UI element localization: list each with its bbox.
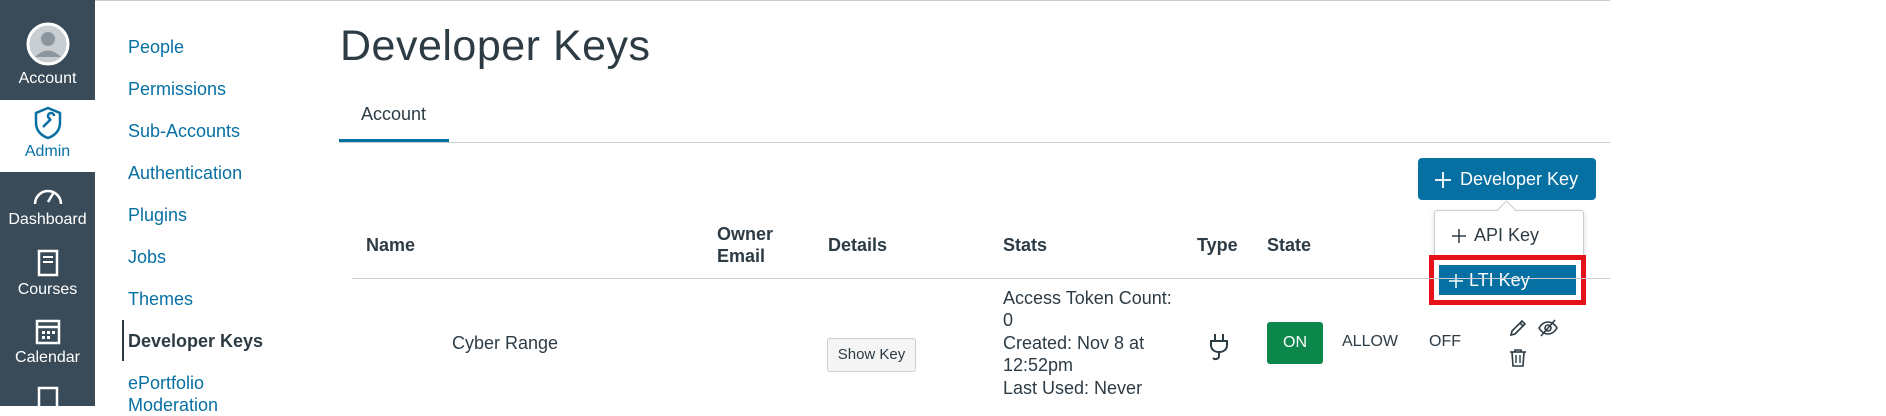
state-allow-option[interactable]: ALLOW [1342,333,1398,351]
show-key-button[interactable]: Show Key [827,338,916,372]
global-nav-dashboard[interactable]: Dashboard [0,182,95,229]
pencil-icon[interactable] [1508,318,1528,338]
add-developer-key-label: Developer Key [1460,169,1579,189]
plus-icon [1449,274,1463,289]
state-on-button[interactable]: ON [1267,322,1323,364]
global-nav-label: Admin [24,143,71,160]
eye-off-icon[interactable] [1537,318,1559,338]
stats-line: Created: Nov 8 at [1003,333,1145,353]
global-nav: Account Admin Dashboard Courses Calendar [0,0,95,412]
column-header-type: Type [1197,235,1238,255]
global-nav-courses[interactable]: Courses [0,248,95,299]
plus-icon [1435,172,1451,189]
subnav-item-eportfolio-moderation[interactable]: ePortfolio Moderation [128,372,258,416]
key-name: Cyber Range [452,333,559,353]
column-header-state: State [1267,235,1312,255]
tab-account[interactable]: Account [361,104,426,125]
global-nav-account[interactable]: Account [0,22,95,88]
subnav-item-developer-keys[interactable]: Developer Keys [128,330,263,352]
stats-line: Access Token Count: [1003,288,1172,308]
table-header-divider [352,278,1610,279]
global-nav-label: Account [18,70,77,87]
trash-icon[interactable] [1509,348,1527,368]
subnav-item-authentication[interactable]: Authentication [128,162,242,184]
subnav-item-people[interactable]: People [128,36,184,58]
menu-item-label: LTI Key [1469,270,1530,290]
page-title: Developer Keys [340,22,651,70]
global-nav-label: Dashboard [8,211,87,228]
menu-item-api-key[interactable]: API Key [1452,225,1539,246]
stats-line: 12:52pm [1003,355,1074,375]
global-nav-admin[interactable]: Admin [0,100,95,172]
menu-item-lti-key[interactable]: LTI Key [1439,265,1576,295]
subnav-item-jobs[interactable]: Jobs [128,246,166,268]
tabs-divider [339,142,1610,143]
column-header-owner-email-line1: Owner [717,224,774,244]
subnav-active-indicator [122,320,124,361]
column-header-details: Details [828,235,888,255]
calendar-icon [35,319,60,345]
add-developer-key-button[interactable]: Developer Key [1418,158,1596,200]
shield-wrench-icon [34,106,61,140]
state-off-option[interactable]: OFF [1429,333,1461,351]
global-nav-inbox[interactable] [0,386,95,412]
global-nav-label: Calendar [15,349,80,366]
subnav-item-plugins[interactable]: Plugins [128,204,187,226]
lti-key-highlight-box: LTI Key [1429,255,1586,305]
plug-icon [1210,334,1228,361]
global-nav-calendar[interactable]: Calendar [0,316,95,367]
top-divider [95,0,1610,1]
subnav-item-themes[interactable]: Themes [128,288,193,310]
column-header-stats: Stats [1003,235,1048,255]
book-icon [37,249,58,277]
inbox-icon [37,386,58,412]
speedometer-icon [33,189,62,205]
avatar-icon [26,22,69,66]
column-header-owner-email-line2: Email [717,246,766,266]
menu-item-label: API Key [1474,225,1540,245]
column-header-name: Name [366,235,416,255]
plus-icon [1452,229,1466,244]
global-nav-label: Courses [17,281,78,298]
stats-line: 0 [1003,310,1014,330]
stats-line: Last Used: Never [1003,378,1143,398]
subnav-item-sub-accounts[interactable]: Sub-Accounts [128,120,240,142]
subnav-item-permissions[interactable]: Permissions [128,78,226,100]
